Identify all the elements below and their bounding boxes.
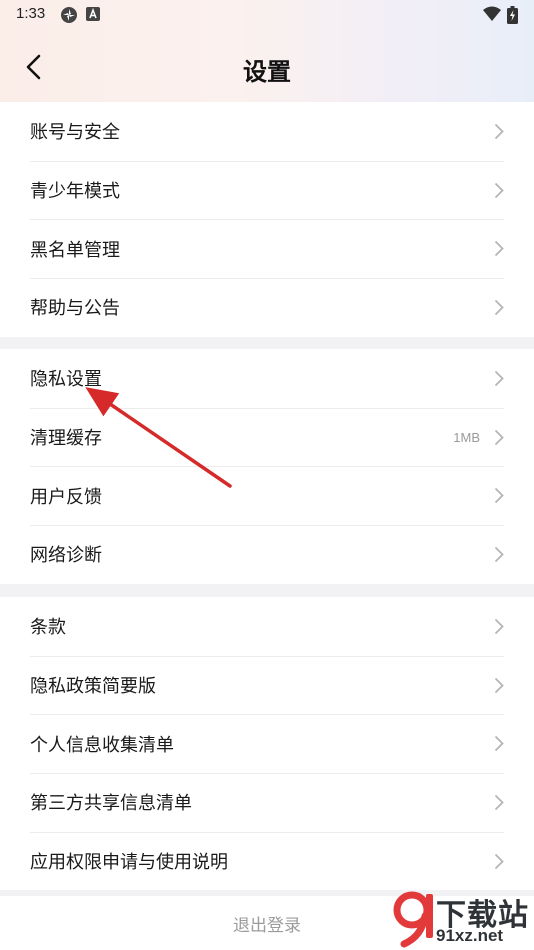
status-bar: 1:33 xyxy=(0,0,534,30)
logout-button[interactable]: 退出登录 xyxy=(233,911,301,936)
menu-item-label: 账号与安全 xyxy=(30,122,120,144)
chevron-right-icon xyxy=(494,853,504,869)
menu-item-label: 隐私设置 xyxy=(30,369,102,391)
menu-item-label: 帮助与公告 xyxy=(30,298,120,320)
status-time: 1:33 xyxy=(16,5,46,22)
settings-group-privacy: 隐私设置 清理缓存 1MB 用户反馈 网络诊断 xyxy=(0,349,534,584)
menu-item-label: 隐私政策简要版 xyxy=(30,676,156,698)
menu-item-label: 网络诊断 xyxy=(30,545,102,567)
menu-item-privacy-settings[interactable]: 隐私设置 xyxy=(0,349,534,408)
menu-item-blacklist[interactable]: 黑名单管理 xyxy=(0,219,534,278)
chevron-right-icon xyxy=(494,123,504,140)
menu-item-help-notice[interactable]: 帮助与公告 xyxy=(0,278,534,337)
menu-item-label: 清理缓存 xyxy=(30,428,102,450)
menu-item-network-diagnosis[interactable]: 网络诊断 xyxy=(0,525,534,584)
chevron-right-icon xyxy=(494,429,504,445)
chevron-right-icon xyxy=(494,299,504,316)
menu-item-label: 黑名单管理 xyxy=(30,239,120,261)
watermark: 下载站 91xz.net xyxy=(392,888,532,948)
menu-item-terms[interactable]: 条款 xyxy=(0,597,534,656)
chevron-right-icon xyxy=(494,488,504,504)
menu-item-third-party-sharing-list[interactable]: 第三方共享信息清单 xyxy=(0,773,534,832)
menu-item-label: 条款 xyxy=(30,617,66,639)
chevron-right-icon xyxy=(494,182,504,198)
watermark-logo-icon xyxy=(393,891,433,948)
menu-item-label: 用户反馈 xyxy=(30,486,102,508)
menu-item-label: 第三方共享信息清单 xyxy=(30,793,192,815)
chevron-right-icon xyxy=(494,546,504,563)
menu-item-label: 应用权限申请与使用说明 xyxy=(30,852,228,874)
menu-item-privacy-policy-summary[interactable]: 隐私政策简要版 xyxy=(0,655,534,715)
watermark-url: 91xz.net xyxy=(436,926,504,945)
menu-item-permissions-explanation[interactable]: 应用权限申请与使用说明 xyxy=(0,831,534,891)
page-title: 设置 xyxy=(243,58,291,86)
chevron-right-icon xyxy=(494,794,504,811)
chevron-right-icon xyxy=(494,736,504,752)
app-notification-icon xyxy=(61,7,77,23)
menu-item-label: 青少年模式 xyxy=(30,181,120,203)
wifi-icon xyxy=(483,6,501,21)
cache-size-value: 1MB xyxy=(453,429,480,445)
menu-item-account-security[interactable]: 账号与安全 xyxy=(0,102,534,161)
menu-item-personal-info-list[interactable]: 个人信息收集清单 xyxy=(0,714,534,773)
chevron-right-icon xyxy=(494,677,504,693)
font-notification-icon xyxy=(86,7,100,21)
title-bar: 设置 xyxy=(0,40,534,96)
chevron-right-icon xyxy=(494,618,504,635)
chevron-right-icon xyxy=(494,241,504,257)
menu-item-youth-mode[interactable]: 青少年模式 xyxy=(0,160,534,220)
settings-group-legal: 条款 隐私政策简要版 个人信息收集清单 第三方共享信息清单 应用权限申请与使用说… xyxy=(0,597,534,891)
chevron-right-icon xyxy=(494,370,504,387)
settings-group-account: 账号与安全 青少年模式 黑名单管理 帮助与公告 xyxy=(0,102,534,337)
menu-item-user-feedback[interactable]: 用户反馈 xyxy=(0,466,534,525)
battery-icon xyxy=(507,6,518,24)
menu-item-clear-cache[interactable]: 清理缓存 1MB xyxy=(0,407,534,467)
menu-item-label: 个人信息收集清单 xyxy=(30,734,174,756)
header: 1:33 设置 xyxy=(0,0,534,102)
